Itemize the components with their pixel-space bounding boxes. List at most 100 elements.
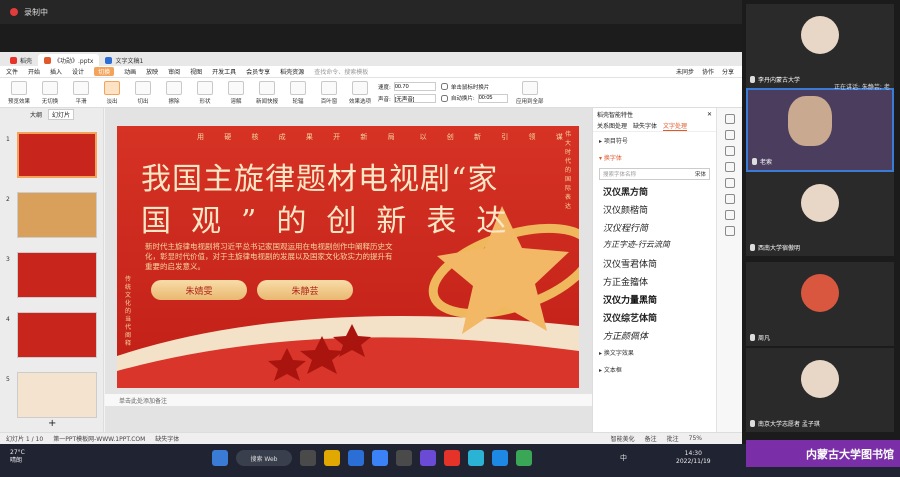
start-icon[interactable] xyxy=(212,450,228,466)
thumb-slide-5[interactable] xyxy=(17,372,97,418)
smart-beautify[interactable]: 智能美化 xyxy=(611,434,635,443)
zoom-level[interactable]: 75% xyxy=(689,435,742,442)
menu-insert[interactable]: 插入 xyxy=(50,67,62,76)
font-item[interactable]: 方正字迹-行云流简 xyxy=(593,236,716,254)
wps-icon[interactable] xyxy=(444,450,460,466)
store-icon[interactable] xyxy=(348,450,364,466)
dissolve-button[interactable]: 溶解 xyxy=(223,80,249,105)
blinds-button[interactable]: 百叶窗 xyxy=(316,80,342,105)
textbox-section[interactable]: ▸ 文本框 xyxy=(593,361,716,378)
app-icon[interactable] xyxy=(420,450,436,466)
sound-select[interactable] xyxy=(393,94,436,103)
shape-button[interactable]: 形状 xyxy=(192,80,218,105)
tab-text-processing[interactable]: 文字处理 xyxy=(663,121,688,131)
wechat-icon[interactable] xyxy=(516,450,532,466)
missing-fonts-link[interactable]: 缺失字体 xyxy=(155,434,179,443)
font-item[interactable]: 方正金籀体 xyxy=(593,272,716,290)
tab-relation-diagram[interactable]: 关系图处理 xyxy=(597,121,627,130)
status-bar: 幻灯片 1 / 10 第一PPT模板网-WWW.1PPT.COM 缺失字体 智能… xyxy=(0,432,742,444)
app-icon[interactable] xyxy=(468,450,484,466)
menu-review[interactable]: 审阅 xyxy=(168,67,180,76)
participant-card[interactable]: 西南大学宿傲明 xyxy=(746,172,894,256)
notes-field[interactable]: 单击此处添加备注 xyxy=(105,394,592,406)
tool-icon[interactable] xyxy=(724,194,735,204)
menu-transition[interactable]: 切换 xyxy=(94,67,115,76)
tab-outline[interactable]: 大纲 xyxy=(30,110,42,119)
menu-docer[interactable]: 稻壳资源 xyxy=(280,67,304,76)
menu-animation[interactable]: 动画 xyxy=(124,67,136,76)
comments-toggle[interactable]: 批注 xyxy=(667,434,679,443)
auto-advance-input[interactable] xyxy=(477,93,508,103)
thumb-slide-2[interactable] xyxy=(17,192,97,238)
tool-icon[interactable] xyxy=(724,226,735,236)
meeting-icon[interactable] xyxy=(492,450,508,466)
font-search[interactable]: 搜索字体名称 宋体 xyxy=(599,168,710,180)
collab-button[interactable]: 协作 xyxy=(702,67,714,76)
notes-toggle[interactable]: 备注 xyxy=(645,434,657,443)
wheel-button[interactable]: 轮辐 xyxy=(285,80,311,105)
font-item[interactable]: 汉仪力量黑简 xyxy=(593,290,716,308)
participant-card[interactable]: 南京大学志愿者 孟子琪 xyxy=(746,348,894,432)
participant-card-speaking[interactable]: 老索 xyxy=(746,88,894,172)
preview-effect-button[interactable]: 预览效果 xyxy=(6,80,32,105)
thumb-slide-3[interactable] xyxy=(17,252,97,298)
weather-widget[interactable]: 27°C 晴朗 xyxy=(10,449,25,465)
font-item[interactable]: 汉仪雪君体简 xyxy=(593,254,716,272)
bullet-section[interactable]: ▸ 项目符号 xyxy=(593,132,716,149)
sync-status[interactable]: 未同步 xyxy=(676,67,694,76)
search-commands[interactable]: 查找命令、搜索模板 xyxy=(314,67,368,76)
thumb-slide-1[interactable] xyxy=(17,132,97,178)
add-slide-button[interactable]: + xyxy=(48,418,56,429)
tool-icon[interactable] xyxy=(724,130,735,140)
participant-card[interactable]: 李丹内蒙古大学 xyxy=(746,4,894,88)
smooth-button[interactable]: 平滑 xyxy=(68,80,94,105)
slide-1[interactable]: 用 硬 核 成 果 开 新 局 以 创 新 引 领 谋 新 篇 我国主旋律题材电… xyxy=(117,126,579,388)
mail-icon[interactable] xyxy=(372,450,388,466)
explorer-icon[interactable] xyxy=(324,450,340,466)
auto-advance-checkbox[interactable] xyxy=(440,94,448,102)
thumb-slide-4[interactable] xyxy=(17,312,97,358)
tool-icon[interactable] xyxy=(724,178,735,188)
input-language[interactable]: 中 xyxy=(620,453,627,463)
menu-home[interactable]: 开始 xyxy=(28,67,40,76)
newsflash-button[interactable]: 新闻快报 xyxy=(254,80,280,105)
effect-options-button[interactable]: 效果选项 xyxy=(347,80,373,105)
app-icon[interactable] xyxy=(396,450,412,466)
tab-slides[interactable]: 幻灯片 xyxy=(48,108,75,120)
taskbar-search[interactable]: 搜索 Web xyxy=(236,450,292,466)
menu-view[interactable]: 视图 xyxy=(190,67,202,76)
menu-member[interactable]: 会员专享 xyxy=(246,67,270,76)
text-effect-section[interactable]: ▸ 换文字效果 xyxy=(593,344,716,361)
clock[interactable]: 14:30 2022/11/19 xyxy=(676,450,711,466)
cut-button[interactable]: 切出 xyxy=(130,80,156,105)
font-item[interactable]: 方正颜佩体 xyxy=(593,326,716,344)
menu-slideshow[interactable]: 放映 xyxy=(146,67,158,76)
fade-button[interactable]: 淡出 xyxy=(99,80,125,105)
tool-icon[interactable] xyxy=(724,114,735,124)
tool-icon[interactable] xyxy=(724,162,735,172)
library-banner: 内蒙古大学图书馆 xyxy=(746,440,900,467)
apply-all-button[interactable]: 应用到全部 xyxy=(513,80,547,105)
font-item[interactable]: 汉仪综艺体简 xyxy=(593,308,716,326)
speed-input[interactable] xyxy=(393,82,436,91)
close-icon[interactable]: ✕ xyxy=(707,111,712,118)
share-button[interactable]: 分享 xyxy=(722,67,734,76)
font-item[interactable]: 汉仪颜楷简 xyxy=(593,200,716,218)
tab-docer[interactable]: 稻壳 xyxy=(4,54,38,66)
taskview-icon[interactable] xyxy=(300,450,316,466)
menu-design[interactable]: 设计 xyxy=(72,67,84,76)
tab-missing-fonts[interactable]: 缺失字体 xyxy=(633,121,657,130)
participant-card[interactable]: 周凡 xyxy=(746,262,894,346)
menu-devtools[interactable]: 开发工具 xyxy=(212,67,236,76)
tab-doc[interactable]: 文字文稿1 xyxy=(99,54,149,66)
font-item[interactable]: 汉仪程行简 xyxy=(593,218,716,236)
wipe-button[interactable]: 擦除 xyxy=(161,80,187,105)
change-font-section[interactable]: ▾ 换字体 xyxy=(593,149,716,166)
tab-pptx[interactable]: 《功勋》.pptx xyxy=(38,54,100,66)
tool-icon[interactable] xyxy=(724,146,735,156)
no-transition-button[interactable]: 无切换 xyxy=(37,80,63,105)
tool-icon[interactable] xyxy=(724,210,735,220)
menu-file[interactable]: 文件 xyxy=(6,67,18,76)
font-item[interactable]: 汉仪黑方简 xyxy=(593,182,716,200)
click-advance-checkbox[interactable] xyxy=(440,83,448,90)
